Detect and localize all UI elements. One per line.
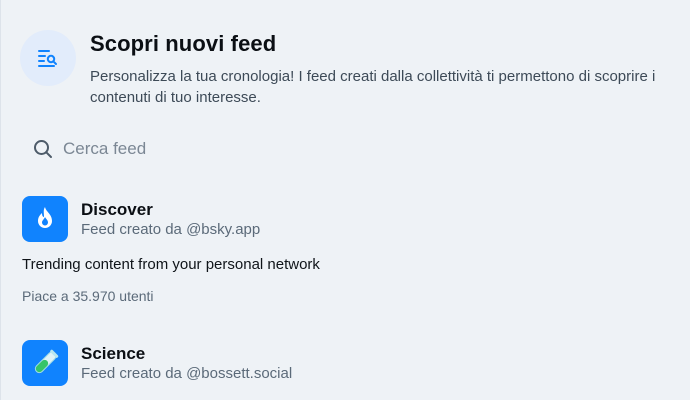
feed-creator: Feed creato da @bossett.social xyxy=(81,365,293,382)
page-description: Personalizza la tua cronologia! I feed c… xyxy=(90,68,656,106)
flame-icon xyxy=(22,196,68,242)
feed-name[interactable]: Science xyxy=(81,343,145,365)
search-bar[interactable] xyxy=(21,134,671,164)
feeds-panel: Scopri nuovi feed Personalizza la tua cr… xyxy=(0,0,690,400)
search-icon xyxy=(32,138,54,160)
feed-creator: Feed creato da @bsky.app xyxy=(81,221,261,238)
feed-name[interactable]: Discover xyxy=(81,199,153,221)
list-search-icon xyxy=(20,30,76,86)
feed-description: Trending content from your personal netw… xyxy=(22,256,320,273)
test-tube-icon xyxy=(22,340,68,386)
search-input[interactable] xyxy=(63,139,623,159)
page-title: Scopri nuovi feed xyxy=(90,31,277,56)
feed-likes: Piace a 35.970 utenti xyxy=(22,288,154,304)
